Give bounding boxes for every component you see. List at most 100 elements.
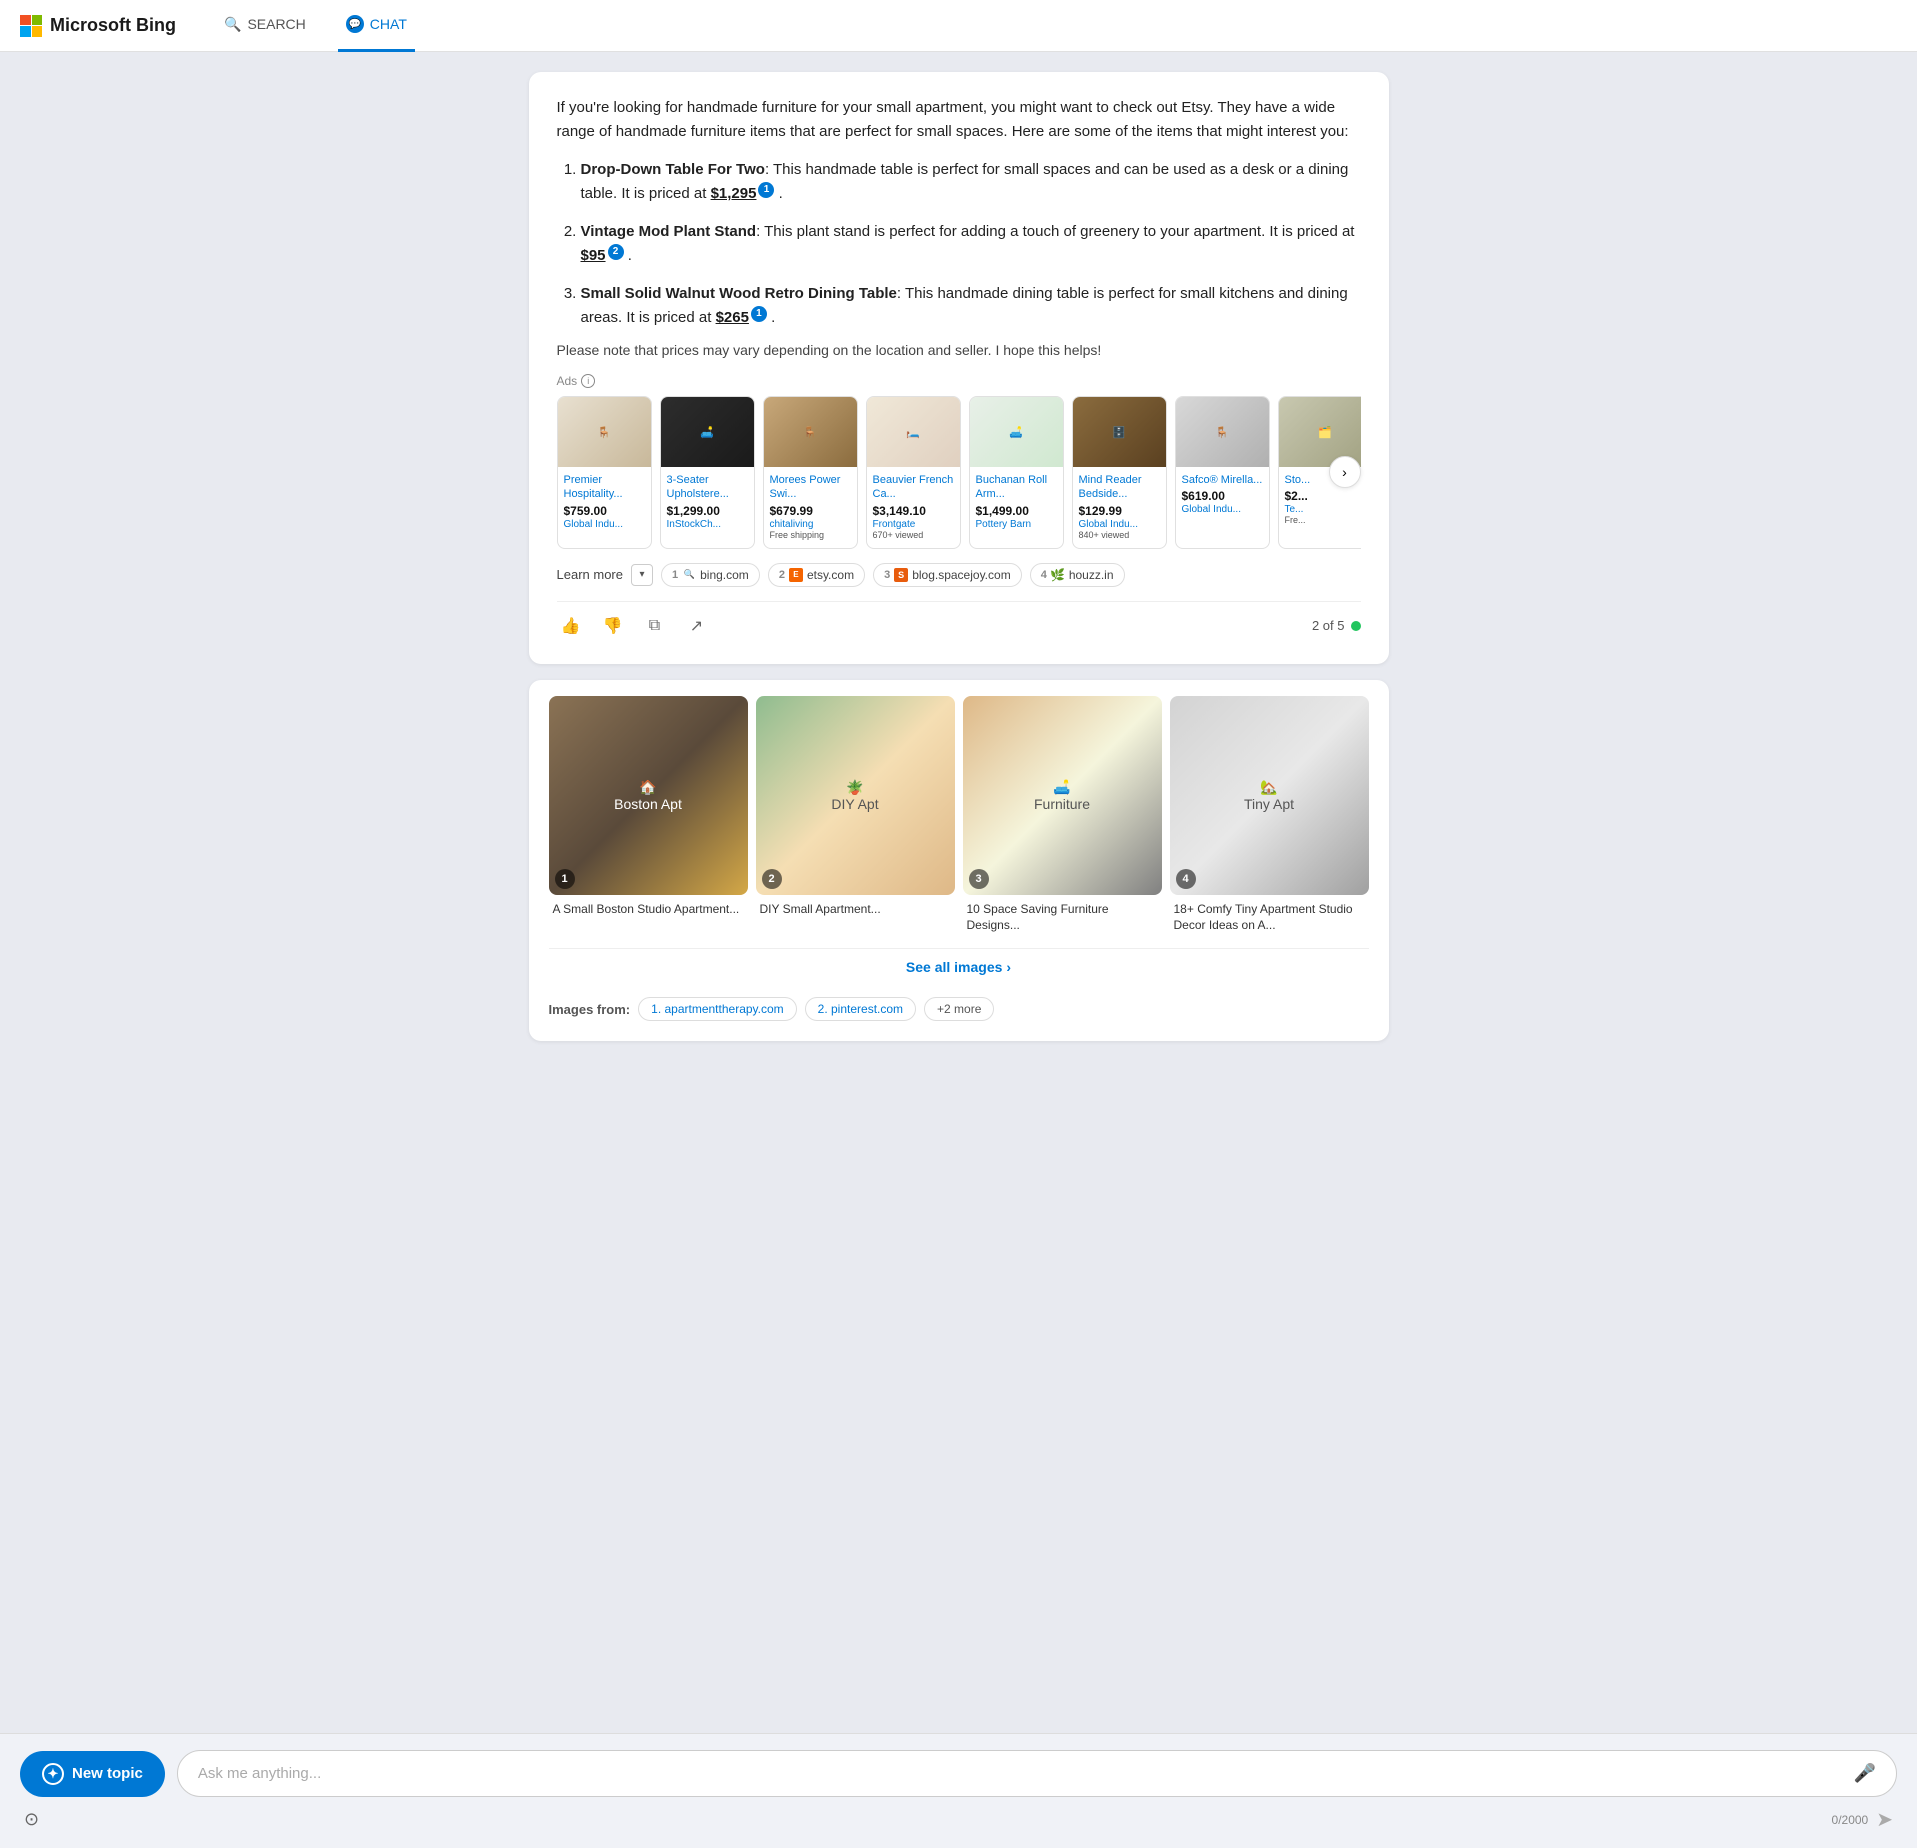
ad-price-7: $619.00: [1182, 489, 1263, 503]
ad-store-1: Global Indu...: [564, 519, 645, 530]
cite-badge-3[interactable]: 1: [751, 306, 767, 322]
ads-carousel: 🪑 Premier Hospitality... $759.00 Global …: [557, 396, 1361, 549]
list-item: Small Solid Walnut Wood Retro Dining Tab…: [581, 282, 1361, 330]
ad-card-3[interactable]: 🪑 Morees Power Swi... $679.99 chitalivin…: [763, 396, 858, 549]
source-num-3: 3: [884, 569, 890, 581]
ad-image-7: 🪑: [1176, 397, 1269, 467]
image-num-4: 4: [1176, 869, 1196, 889]
ad-name-6: Mind Reader Bedside...: [1079, 473, 1160, 502]
image-thumb-4[interactable]: 🏡Tiny Apt 4: [1170, 696, 1369, 895]
see-all-images-button[interactable]: See all images ›: [549, 948, 1369, 985]
ad-views-6: 840+ viewed: [1079, 530, 1160, 540]
ad-name-5: Buchanan Roll Arm...: [976, 473, 1057, 502]
image-item-2: 🪴DIY Apt 2 DIY Small Apartment...: [756, 696, 955, 935]
new-topic-button[interactable]: ✦ New topic: [20, 1751, 165, 1797]
ad-card-6[interactable]: 🗄️ Mind Reader Bedside... $129.99 Global…: [1072, 396, 1167, 549]
green-dot-icon: [1351, 621, 1361, 631]
source-name-3: blog.spacejoy.com: [912, 568, 1011, 582]
ad-image-4: 🛏️: [867, 397, 960, 467]
houzz-icon: 🌿: [1051, 568, 1065, 582]
source-name-1: bing.com: [700, 568, 749, 582]
ad-price-3: $679.99: [770, 504, 851, 518]
price-3[interactable]: $265: [716, 309, 749, 326]
ad-card-7[interactable]: 🪑 Safco® Mirella... $619.00 Global Indu.…: [1175, 396, 1270, 549]
new-topic-label: New topic: [72, 1765, 143, 1782]
learn-more-dropdown[interactable]: ▾: [631, 564, 653, 586]
price-2[interactable]: $95: [581, 247, 606, 264]
input-box[interactable]: Ask me anything... 🎤: [177, 1750, 1897, 1797]
ads-carousel-container: 🪑 Premier Hospitality... $759.00 Global …: [557, 396, 1361, 549]
source-chip-1[interactable]: 1 🔍 bing.com: [661, 563, 760, 587]
nav-chat[interactable]: 💬 CHAT: [338, 0, 415, 52]
ad-price-2: $1,299.00: [667, 504, 748, 518]
source-chip-4[interactable]: 4 🌿 houzz.in: [1030, 563, 1125, 587]
input-placeholder: Ask me anything...: [198, 1765, 321, 1782]
thumbs-down-button[interactable]: 👎: [599, 612, 627, 640]
ad-price-6: $129.99: [1079, 504, 1160, 518]
etsy-icon: E: [789, 568, 803, 582]
char-count-text: 0/2000: [1832, 1813, 1869, 1827]
ad-image-3: 🪑: [764, 397, 857, 467]
image-placeholder-2: 🪴DIY Apt: [756, 696, 955, 895]
images-source-2[interactable]: 2. pinterest.com: [805, 997, 916, 1021]
images-source-more[interactable]: +2 more: [924, 997, 994, 1021]
cite-badge-1[interactable]: 1: [758, 182, 774, 198]
images-source-1[interactable]: 1. apartmenttherapy.com: [638, 997, 797, 1021]
nav-search[interactable]: 🔍 SEARCH: [216, 0, 314, 52]
see-all-label: See all images: [906, 959, 1003, 975]
ad-price-4: $3,149.10: [873, 504, 954, 518]
source-chip-2[interactable]: 2 E etsy.com: [768, 563, 865, 587]
logo-area: Microsoft Bing: [20, 15, 176, 37]
ad-card-5[interactable]: 🛋️ Buchanan Roll Arm... $1,499.00 Potter…: [969, 396, 1064, 549]
image-thumb-3[interactable]: 🛋️Furniture 3: [963, 696, 1162, 895]
learn-more-section: Learn more ▾ 1 🔍 bing.com 2 E etsy.com 3…: [557, 563, 1361, 587]
ads-info-icon[interactable]: i: [581, 374, 595, 388]
send-button[interactable]: ➤: [1876, 1807, 1893, 1832]
ad-shipping-3: Free shipping: [770, 530, 851, 540]
ad-name-3: Morees Power Swi...: [770, 473, 851, 502]
carousel-next-button[interactable]: ›: [1329, 456, 1361, 488]
ad-info-1: Premier Hospitality... $759.00 Global In…: [558, 467, 651, 538]
ad-shipping-8: Fre...: [1285, 515, 1361, 525]
images-from-section: Images from: 1. apartmenttherapy.com 2. …: [549, 997, 1369, 1021]
ad-card-4[interactable]: 🛏️ Beauvier French Ca... $3,149.10 Front…: [866, 396, 961, 549]
thumbs-up-button[interactable]: 👍: [557, 612, 585, 640]
image-placeholder-4: 🏡Tiny Apt: [1170, 696, 1369, 895]
input-row: ✦ New topic Ask me anything... 🎤: [20, 1750, 1897, 1797]
source-num-1: 1: [672, 569, 678, 581]
ad-info-2: 3-Seater Upholstere... $1,299.00 InStock…: [661, 467, 754, 538]
cite-badge-2[interactable]: 2: [608, 244, 624, 260]
ad-store-8: Te...: [1285, 504, 1361, 515]
ad-card-2[interactable]: 🛋️ 3-Seater Upholstere... $1,299.00 InSt…: [660, 396, 755, 549]
ad-info-3: Morees Power Swi... $679.99 chitaliving …: [764, 467, 857, 548]
ad-store-3: chitaliving: [770, 519, 851, 530]
chat-icon: 💬: [346, 15, 364, 33]
images-from-label: Images from:: [549, 1002, 631, 1017]
item-name-3: Small Solid Walnut Wood Retro Dining Tab…: [581, 285, 897, 302]
ad-image-1: 🪑: [558, 397, 651, 467]
share-button[interactable]: ↗: [683, 612, 711, 640]
ad-name-7: Safco® Mirella...: [1182, 473, 1263, 487]
copy-button[interactable]: ⧉: [641, 612, 669, 640]
source-chip-3[interactable]: 3 S blog.spacejoy.com: [873, 563, 1022, 587]
image-item-1: 🏠Boston Apt 1 A Small Boston Studio Apar…: [549, 696, 748, 935]
image-thumb-1[interactable]: 🏠Boston Apt 1: [549, 696, 748, 895]
ad-card-1[interactable]: 🪑 Premier Hospitality... $759.00 Global …: [557, 396, 652, 549]
mic-icon[interactable]: 🎤: [1854, 1763, 1876, 1784]
actions-row: 👍 👎 ⧉ ↗ 2 of 5: [557, 601, 1361, 640]
image-num-2: 2: [762, 869, 782, 889]
image-thumb-2[interactable]: 🪴DIY Apt 2: [756, 696, 955, 895]
image-search-icon[interactable]: ⊙: [24, 1809, 39, 1830]
search-icon: 🔍: [224, 16, 241, 33]
ad-store-7: Global Indu...: [1182, 504, 1263, 515]
source-num-2: 2: [779, 569, 785, 581]
price-1[interactable]: $1,295: [711, 185, 757, 202]
image-item-3: 🛋️Furniture 3 10 Space Saving Furniture …: [963, 696, 1162, 935]
source-name-4: houzz.in: [1069, 568, 1114, 582]
list-item: Drop-Down Table For Two: This handmade t…: [581, 158, 1361, 206]
nav-search-label: SEARCH: [247, 16, 305, 32]
ad-info-4: Beauvier French Ca... $3,149.10 Frontgat…: [867, 467, 960, 548]
nav-chat-label: CHAT: [370, 16, 407, 32]
image-item-4: 🏡Tiny Apt 4 18+ Comfy Tiny Apartment Stu…: [1170, 696, 1369, 935]
ad-image-2: 🛋️: [661, 397, 754, 467]
